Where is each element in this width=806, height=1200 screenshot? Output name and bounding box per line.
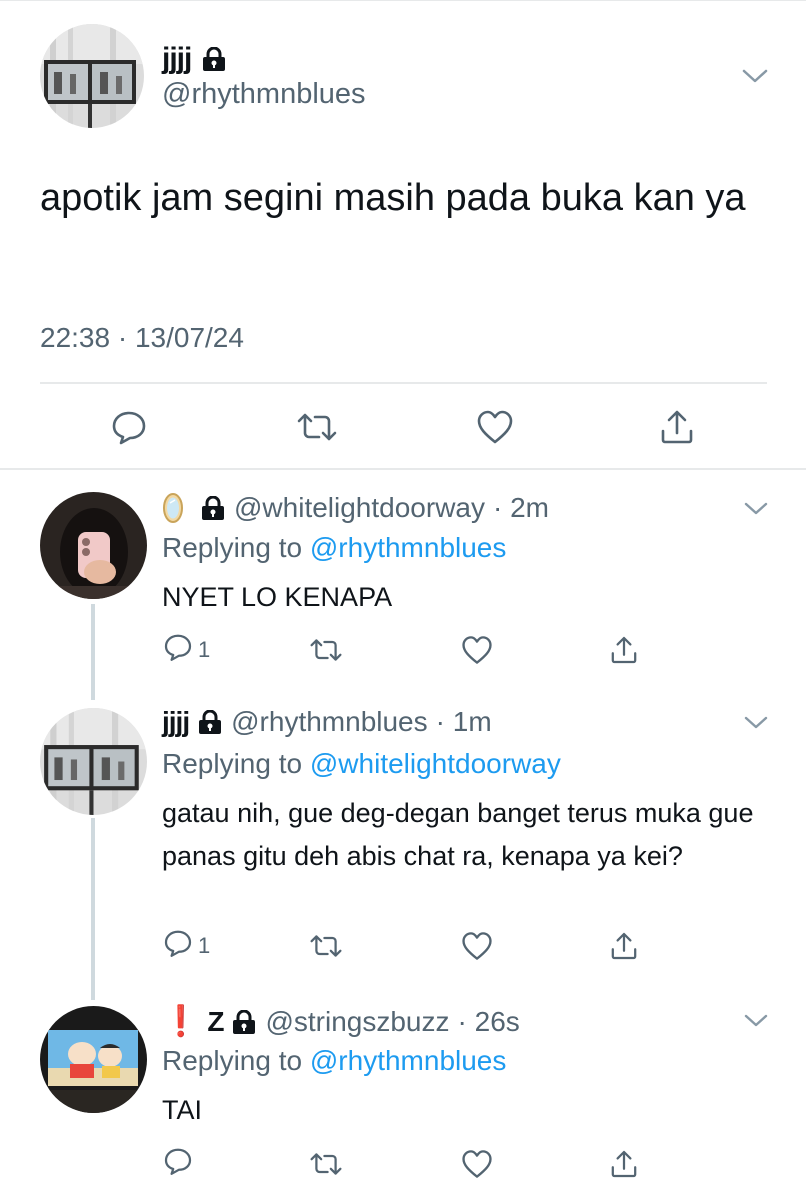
author-row: jjjj (162, 42, 227, 76)
reply-text: NYET LO KENAPA (162, 582, 393, 612)
reply-button[interactable] (162, 1144, 198, 1184)
display-name[interactable]: Z (207, 1006, 224, 1038)
chevron-down-icon[interactable] (742, 710, 770, 736)
tweet-text: apotik jam segini masih pada buka kan ya (40, 177, 746, 219)
divider (40, 382, 767, 384)
share-icon[interactable] (652, 404, 702, 450)
reply-icon (162, 927, 194, 965)
reply-header: @whitelightdoorway · 2m (162, 491, 549, 525)
retweet-icon[interactable] (308, 630, 344, 670)
reply-icon (162, 631, 194, 669)
reply-header: ❗ Z @stringszbuzz · 26s (162, 1004, 520, 1039)
reply-count: 1 (198, 637, 211, 662)
replying-to: Replying to @rhythmnblues (162, 1045, 506, 1077)
relative-time[interactable]: · 2m (493, 492, 549, 524)
avatar[interactable] (40, 492, 147, 599)
lock-icon (231, 1009, 257, 1034)
chevron-down-icon[interactable] (740, 62, 770, 90)
like-icon[interactable] (460, 926, 494, 966)
action-bar (160, 1144, 660, 1184)
relative-time[interactable]: · 26s (458, 1006, 520, 1038)
mention-link[interactable]: @whitelightdoorway (310, 748, 561, 779)
replying-to: Replying to @whitelightdoorway (162, 748, 561, 780)
like-icon[interactable] (460, 630, 494, 670)
handle[interactable]: @whitelightdoorway (234, 492, 485, 524)
display-name[interactable]: jjjj (162, 42, 192, 76)
reply-button[interactable]: 1 (162, 926, 210, 966)
share-icon[interactable] (608, 630, 640, 670)
handle[interactable]: @rhythmnblues (162, 78, 366, 111)
mirror-emoji-icon (162, 491, 184, 525)
mention-link[interactable]: @rhythmnblues (310, 1045, 507, 1076)
replying-label: Replying to (162, 1045, 303, 1076)
thread-line (91, 604, 95, 700)
reply-icon[interactable] (104, 404, 154, 450)
like-icon[interactable] (470, 404, 520, 450)
lock-icon (201, 47, 227, 71)
section-divider (0, 468, 806, 470)
replying-label: Replying to (162, 748, 303, 779)
replying-label: Replying to (162, 532, 303, 563)
reply-text: gatau nih, gue deg-degan banget terus mu… (162, 798, 754, 871)
action-bar: 1 (160, 926, 660, 966)
reply-count: 1 (198, 933, 211, 958)
retweet-icon[interactable] (292, 404, 342, 450)
reply-text: TAI (162, 1095, 202, 1125)
reply-button[interactable]: 1 (162, 630, 210, 670)
share-icon[interactable] (608, 926, 640, 966)
action-bar (40, 400, 767, 456)
top-rule (0, 0, 806, 1)
reply-icon (162, 1145, 194, 1183)
chevron-down-icon[interactable] (742, 1008, 770, 1034)
reply-header: jjjj @rhythmnblues · 1m (162, 706, 492, 738)
mention-link[interactable]: @rhythmnblues (310, 532, 507, 563)
replying-to: Replying to @rhythmnblues (162, 532, 506, 564)
exclamation-emoji: ❗ (162, 1005, 200, 1038)
chevron-down-icon[interactable] (742, 496, 770, 522)
lock-icon (200, 496, 226, 520)
retweet-icon[interactable] (308, 926, 344, 966)
avatar[interactable] (40, 708, 147, 815)
timestamp[interactable]: 22:38 · 13/07/24 (40, 322, 244, 354)
thread-line (91, 818, 95, 1000)
action-bar: 1 (160, 630, 660, 670)
handle[interactable]: @rhythmnblues (231, 706, 428, 738)
retweet-icon[interactable] (308, 1144, 344, 1184)
like-icon[interactable] (460, 1144, 494, 1184)
display-name[interactable]: jjjj (162, 706, 190, 738)
share-icon[interactable] (608, 1144, 640, 1184)
relative-time[interactable]: · 1m (436, 706, 492, 738)
handle[interactable]: @stringszbuzz (265, 1006, 449, 1038)
avatar[interactable] (40, 1006, 147, 1113)
avatar[interactable] (40, 24, 144, 128)
lock-icon (197, 710, 223, 734)
